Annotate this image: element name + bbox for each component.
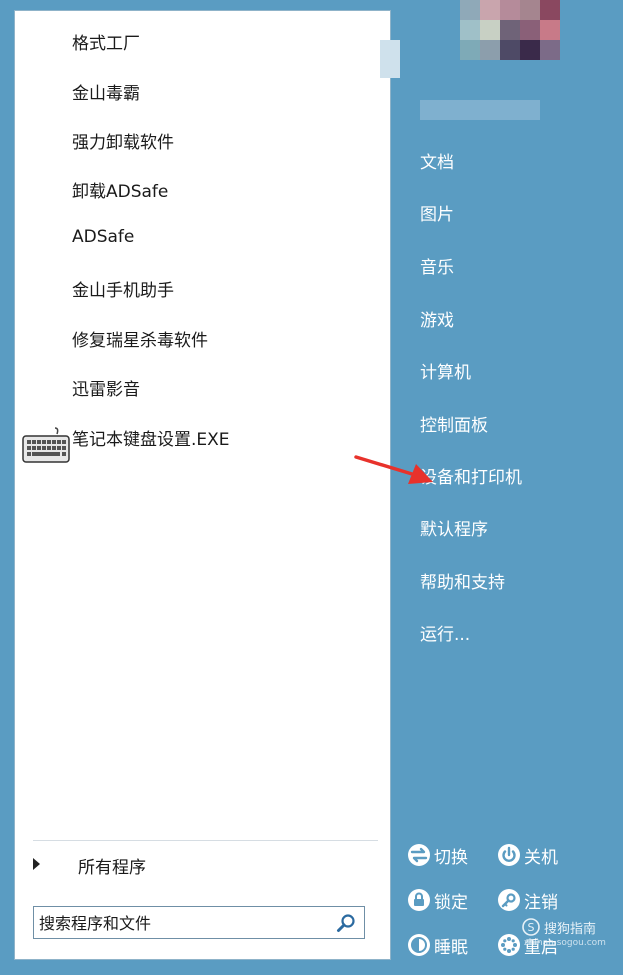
watermark-url: zhinan.sogou.com [524,938,606,948]
program-item-phone-assistant[interactable]: 金山手机助手 [72,276,174,301]
watermark: S 搜狗指南 zhinan.sogou.com [522,918,612,952]
right-item-documents[interactable]: 文档 [420,148,454,173]
program-item-keyboard-settings[interactable]: 笔记本键盘设置.EXE [72,425,230,450]
all-programs-button[interactable]: 所有程序 [25,849,365,879]
annotation-arrow-icon [354,455,433,484]
shutdown-button[interactable]: 关机 [497,840,558,870]
restart-icon [498,934,520,956]
right-item-control-panel[interactable]: 控制面板 [420,411,488,436]
sogou-logo-icon: S [522,918,540,936]
user-name-blurred [420,100,540,120]
program-item-uninstall-adsafe[interactable]: 卸载ADSafe [72,177,168,202]
shutdown-label: 关机 [524,847,558,868]
program-item-format-factory[interactable]: 格式工厂 [72,29,140,54]
sleep-icon [408,934,430,956]
program-item-xunlei-player[interactable]: 迅雷影音 [72,375,140,400]
program-item-repair-rising[interactable]: 修复瑞星杀毒软件 [72,326,208,351]
divider [33,840,378,841]
right-item-pictures[interactable]: 图片 [420,200,454,225]
power-icon [498,844,520,866]
search-box[interactable] [33,906,365,939]
right-item-help-support[interactable]: 帮助和支持 [420,568,505,593]
user-avatar[interactable] [460,0,560,60]
right-item-run[interactable]: 运行... [420,620,470,645]
lock-button[interactable]: 锁定 [407,885,468,915]
scroll-nub [380,40,400,78]
start-menu-programs-panel: 格式工厂 金山毒霸 强力卸载软件 卸载ADSafe ADSafe 金山手机助手 … [14,10,391,960]
sleep-label: 睡眠 [434,937,468,958]
triangle-right-icon [33,858,40,870]
switch-user-button[interactable]: 切换 [407,840,468,870]
key-icon [498,889,520,911]
lock-label: 锁定 [434,892,468,913]
program-item-uninstaller[interactable]: 强力卸载软件 [72,128,174,153]
program-item-kingsoft-antivirus[interactable]: 金山毒霸 [72,79,140,104]
logoff-label: 注销 [524,892,558,913]
all-programs-label: 所有程序 [78,858,146,878]
right-item-default-programs[interactable]: 默认程序 [420,515,488,540]
switch-label: 切换 [434,847,468,868]
right-item-games[interactable]: 游戏 [420,306,454,331]
search-input[interactable] [37,909,331,937]
logoff-button[interactable]: 注销 [497,885,558,915]
keyboard-icon [22,427,70,463]
sleep-button[interactable]: 睡眠 [407,930,468,960]
search-icon[interactable] [336,913,356,933]
program-item-adsafe[interactable]: ADSafe [72,227,134,247]
right-item-music[interactable]: 音乐 [420,253,454,278]
svg-text:S: S [528,921,535,934]
switch-user-icon [408,844,430,866]
lock-icon [408,889,430,911]
watermark-brand: 搜狗指南 [544,922,597,937]
right-item-computer[interactable]: 计算机 [420,358,471,383]
